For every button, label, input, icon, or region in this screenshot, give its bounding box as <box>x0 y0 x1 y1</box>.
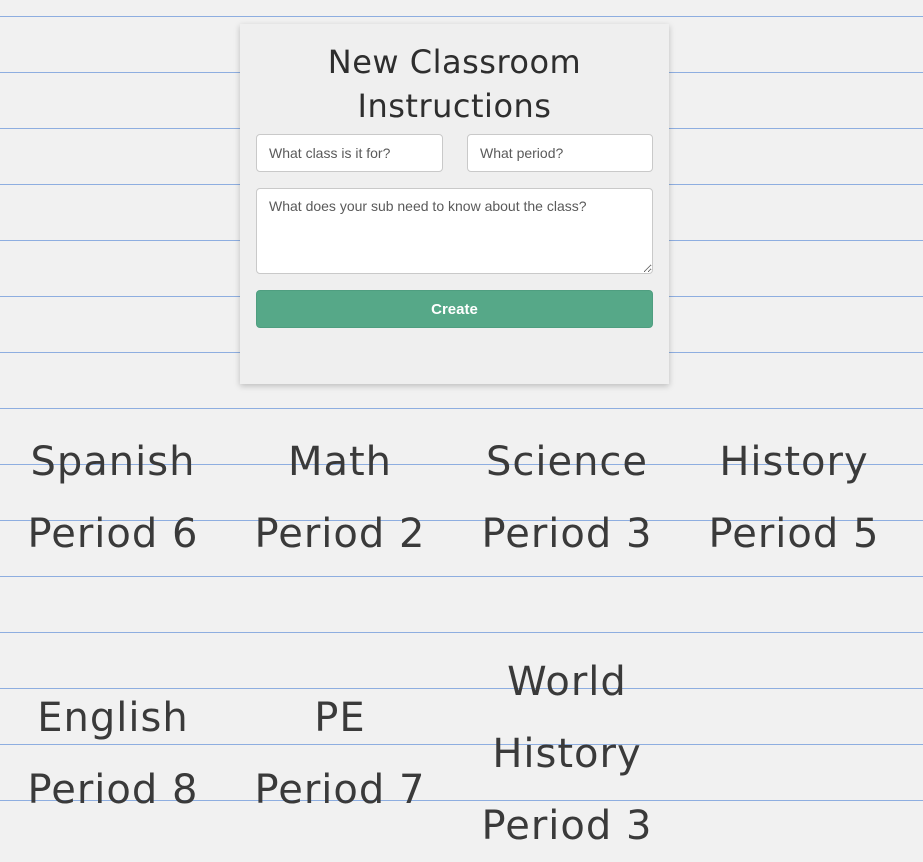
class-period: Period 3 <box>481 511 653 557</box>
class-card-science[interactable]: Science Period 3 <box>467 426 667 570</box>
period-input[interactable] <box>467 134 653 172</box>
class-name: Science <box>485 439 649 485</box>
class-name: History <box>719 439 869 485</box>
class-period: Period 3 <box>481 803 653 849</box>
class-period: Period 8 <box>27 767 199 813</box>
class-notes-textarea[interactable] <box>256 188 653 274</box>
class-name: English <box>37 695 189 741</box>
class-period: Period 2 <box>254 511 426 557</box>
class-card-world-history[interactable]: World History Period 3 <box>467 646 667 862</box>
class-name-input[interactable] <box>256 134 443 172</box>
class-card-history[interactable]: History Period 5 <box>694 426 894 570</box>
form-title: New Classroom Instructions <box>327 43 582 125</box>
class-name: Spanish <box>30 439 196 485</box>
class-name: Math <box>287 439 393 485</box>
class-name: World History <box>492 659 642 777</box>
class-name: PE <box>314 695 366 741</box>
class-card-math[interactable]: Math Period 2 <box>240 426 440 570</box>
class-period: Period 7 <box>254 767 426 813</box>
class-card-english[interactable]: English Period 8 <box>13 682 213 826</box>
class-card-spanish[interactable]: Spanish Period 6 <box>13 426 213 570</box>
create-button[interactable]: Create <box>256 290 653 328</box>
class-period: Period 6 <box>27 511 199 557</box>
class-period: Period 5 <box>708 511 880 557</box>
new-classroom-form: New Classroom Instructions Create <box>240 24 669 384</box>
class-card-pe[interactable]: PE Period 7 <box>240 682 440 826</box>
